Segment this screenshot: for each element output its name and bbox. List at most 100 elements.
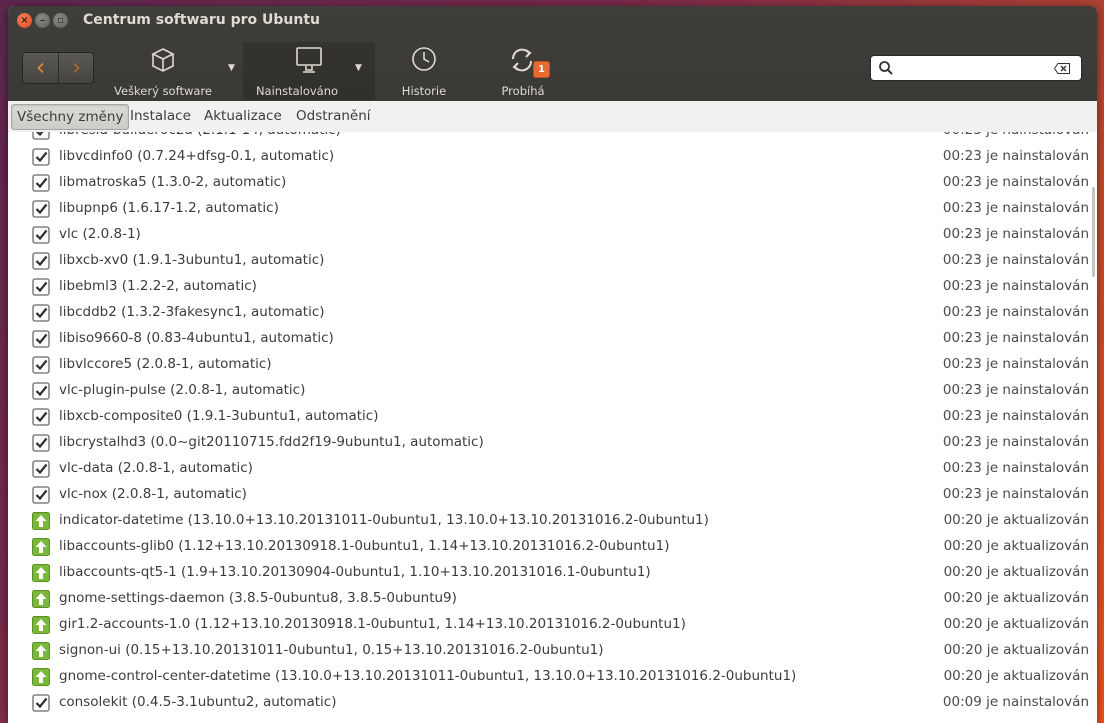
package-name: libxcb-composite0 (1.9.1-3ubuntu1, autom… [59, 408, 379, 424]
history-row[interactable]: libxcb-xv0 (1.9.1-3ubuntu1, automatic) 0… [8, 248, 1097, 274]
history-row[interactable]: libresid-builder0c2a (2.1.1-14, automati… [8, 132, 1097, 144]
search-box[interactable] [870, 55, 1082, 81]
history-row[interactable]: libcddb2 (1.3.2-3fakesync1, automatic) 0… [8, 300, 1097, 326]
history-row[interactable]: vlc-nox (2.0.8-1, automatic) 00:23 je na… [8, 482, 1097, 508]
checkbox-checked-icon [32, 174, 50, 192]
in-progress-button[interactable]: Probíhá [473, 42, 573, 100]
history-row[interactable]: vlc-plugin-pulse (2.0.8-1, automatic) 00… [8, 378, 1097, 404]
checkbox-checked-icon [32, 304, 50, 322]
package-name: vlc-plugin-pulse (2.0.8-1, automatic) [59, 382, 306, 398]
history-row[interactable]: signon-ui (0.15+13.10.20131011-0ubuntu1,… [8, 638, 1097, 664]
change-status: 00:23 je nainstalován [942, 408, 1089, 424]
package-box-icon [151, 48, 175, 72]
title-bar: × – ▫ Centrum softwaru pro Ubuntu [8, 6, 1097, 36]
history-row[interactable]: libupnp6 (1.6.17-1.2, automatic) 00:23 j… [8, 196, 1097, 222]
filter-all-changes[interactable]: Všechny změny [11, 104, 130, 130]
change-status: 00:23 je nainstalován [942, 356, 1089, 372]
package-name: libmatroska5 (1.3.0-2, automatic) [59, 174, 287, 190]
close-window-icon[interactable]: × [17, 13, 32, 28]
history-row[interactable]: indicator-datetime (13.10.0+13.10.201310… [8, 508, 1097, 534]
update-arrow-icon [32, 668, 50, 686]
history-row[interactable]: libvlccore5 (2.0.8-1, automatic) 00:23 j… [8, 352, 1097, 378]
package-name: vlc-data (2.0.8-1, automatic) [59, 460, 253, 476]
search-icon [879, 61, 893, 75]
package-name: consolekit (0.4.5-3.1ubuntu2, automatic) [59, 694, 337, 710]
history-list[interactable]: libresid-builder0c2a (2.1.1-14, automati… [8, 132, 1097, 723]
in-progress-label: Probíhá [501, 84, 545, 98]
change-status: 00:20 je aktualizován [943, 538, 1089, 554]
checkbox-checked-icon [32, 356, 50, 374]
checkbox-checked-icon [32, 148, 50, 166]
change-status: 00:09 je nainstalován [942, 694, 1089, 710]
installed-label: Nainstalováno [255, 84, 339, 98]
forward-button[interactable]: › [58, 53, 93, 83]
checkbox-checked-icon [32, 408, 50, 426]
package-name: vlc-nox (2.0.8-1, automatic) [59, 486, 247, 502]
update-arrow-icon [32, 512, 50, 530]
package-name: signon-ui (0.15+13.10.20131011-0ubuntu1,… [59, 642, 604, 658]
checkbox-checked-icon [32, 226, 50, 244]
clear-search-icon[interactable] [1054, 63, 1070, 74]
checkbox-checked-icon [32, 694, 50, 712]
history-row[interactable]: libebml3 (1.2.2-2, automatic) 00:23 je n… [8, 274, 1097, 300]
checkbox-checked-icon [32, 434, 50, 452]
change-status: 00:23 je nainstalován [942, 252, 1089, 268]
history-label: Historie [401, 84, 447, 98]
package-name: indicator-datetime (13.10.0+13.10.201310… [59, 512, 709, 528]
package-name: gir1.2-accounts-1.0 (1.12+13.10.20130918… [59, 616, 686, 632]
history-row[interactable]: libcrystalhd3 (0.0~git20110715.fdd2f19-9… [8, 430, 1097, 456]
maximize-window-icon[interactable]: ▫ [53, 13, 68, 28]
history-row[interactable]: libvcdinfo0 (0.7.24+dfsg-0.1, automatic)… [8, 144, 1097, 170]
package-name: libupnp6 (1.6.17-1.2, automatic) [59, 200, 279, 216]
search-input[interactable] [897, 58, 1051, 78]
change-status: 00:20 je aktualizován [943, 668, 1089, 684]
package-name: libvcdinfo0 (0.7.24+dfsg-0.1, automatic) [59, 148, 335, 164]
history-row[interactable]: gir1.2-accounts-1.0 (1.12+13.10.20130918… [8, 612, 1097, 638]
history-row[interactable]: gnome-settings-daemon (3.8.5-0ubuntu8, 3… [8, 586, 1097, 612]
history-row[interactable]: consolekit (0.4.5-3.1ubuntu2, automatic)… [8, 690, 1097, 716]
history-rows: libresid-builder0c2a (2.1.1-14, automati… [8, 132, 1097, 716]
header-bar: × – ▫ Centrum softwaru pro Ubuntu ‹ › Ve… [8, 6, 1097, 101]
filter-removals[interactable]: Odstranění [291, 104, 376, 128]
package-name: libebml3 (1.2.2-2, automatic) [59, 278, 257, 294]
package-name: libcrystalhd3 (0.0~git20110715.fdd2f19-9… [59, 434, 484, 450]
checkbox-checked-icon [32, 330, 50, 348]
all-software-button[interactable]: Veškerý software [108, 42, 218, 100]
back-button[interactable]: ‹ [23, 53, 58, 83]
change-status: 00:20 je aktualizován [943, 590, 1089, 606]
clock-icon [412, 47, 436, 71]
checkbox-checked-icon [32, 382, 50, 400]
filter-updates[interactable]: Aktualizace [199, 104, 287, 128]
history-row[interactable]: gnome-control-center-datetime (13.10.0+1… [8, 664, 1097, 690]
change-status: 00:23 je nainstalován [942, 486, 1089, 502]
checkbox-checked-icon [32, 460, 50, 478]
change-status: 00:23 je nainstalován [942, 382, 1089, 398]
history-row[interactable]: libaccounts-qt5-1 (1.9+13.10.20130904-0u… [8, 560, 1097, 586]
change-status: 00:20 je aktualizován [943, 642, 1089, 658]
history-button[interactable]: Historie [378, 42, 470, 100]
history-row[interactable]: libaccounts-glib0 (1.12+13.10.20130918.1… [8, 534, 1097, 560]
update-arrow-icon [32, 564, 50, 582]
history-row[interactable]: vlc (2.0.8-1) 00:23 je nainstalován [8, 222, 1097, 248]
change-status: 00:23 je nainstalován [942, 434, 1089, 450]
checkbox-checked-icon [32, 200, 50, 218]
chevron-right-icon: › [71, 53, 82, 81]
change-status: 00:23 je nainstalován [942, 460, 1089, 476]
filter-installs[interactable]: Instalace [125, 104, 196, 128]
change-status: 00:20 je aktualizován [943, 564, 1089, 580]
update-arrow-icon [32, 616, 50, 634]
change-status: 00:23 je nainstalován [942, 304, 1089, 320]
sync-arrows-icon [511, 48, 533, 72]
package-name: libvlccore5 (2.0.8-1, automatic) [59, 356, 272, 372]
package-name: libaccounts-qt5-1 (1.9+13.10.20130904-0u… [59, 564, 651, 580]
history-row[interactable]: libmatroska5 (1.3.0-2, automatic) 00:23 … [8, 170, 1097, 196]
change-status: 00:23 je nainstalován [942, 278, 1089, 294]
update-arrow-icon [32, 538, 50, 556]
scrollbar-thumb[interactable] [1092, 187, 1095, 277]
history-row[interactable]: libiso9660-8 (0.83-4ubuntu1, automatic) … [8, 326, 1097, 352]
installed-dropdown-icon[interactable]: ▼ [355, 63, 362, 73]
minimize-window-icon[interactable]: – [35, 13, 50, 28]
history-row[interactable]: vlc-data (2.0.8-1, automatic) 00:23 je n… [8, 456, 1097, 482]
history-row[interactable]: libxcb-composite0 (1.9.1-3ubuntu1, autom… [8, 404, 1097, 430]
all-software-dropdown-icon[interactable]: ▼ [228, 63, 235, 73]
